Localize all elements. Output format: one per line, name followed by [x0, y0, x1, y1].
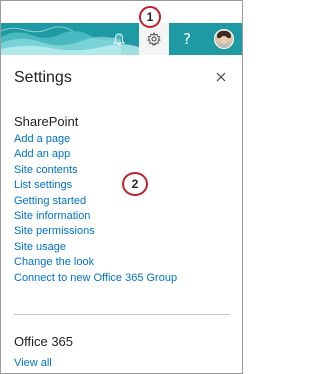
add-a-page-link[interactable]: Add a page [14, 132, 177, 147]
help-button[interactable]: ? [169, 23, 205, 55]
top-strip [1, 1, 242, 23]
sharepoint-section-title: SharePoint [14, 114, 79, 129]
office365-section-title: Office 365 [14, 334, 74, 349]
avatar [213, 29, 234, 49]
site-information-link[interactable]: Site information [14, 209, 177, 224]
site-permissions-link[interactable]: Site permissions [14, 224, 177, 239]
close-icon [216, 72, 226, 82]
help-icon: ? [183, 30, 191, 48]
callout-1: 1 [139, 6, 161, 28]
account-avatar-button[interactable] [205, 23, 242, 55]
settings-window: ? 1 Settings SharePoint Add a page Add a… [0, 0, 243, 374]
suite-bar: ? [1, 23, 242, 55]
settings-title: Settings [14, 69, 72, 86]
notifications-button[interactable] [99, 23, 139, 55]
site-usage-link[interactable]: Site usage [14, 240, 177, 255]
section-divider [14, 314, 230, 315]
change-the-look-link[interactable]: Change the look [14, 255, 177, 270]
settings-gear-button[interactable] [139, 23, 169, 55]
connect-office365-group-link[interactable]: Connect to new Office 365 Group [14, 271, 177, 286]
add-an-app-link[interactable]: Add an app [14, 147, 177, 162]
gear-icon [147, 32, 161, 46]
bell-icon [113, 32, 125, 45]
list-settings-link[interactable]: List settings [14, 178, 177, 193]
view-all-link[interactable]: View all [14, 357, 52, 369]
sharepoint-links: Add a page Add an app Site contents List… [14, 132, 177, 286]
callout-2: 2 [122, 172, 148, 196]
close-button[interactable] [213, 69, 229, 85]
site-contents-link[interactable]: Site contents [14, 163, 177, 178]
getting-started-link[interactable]: Getting started [14, 194, 177, 209]
